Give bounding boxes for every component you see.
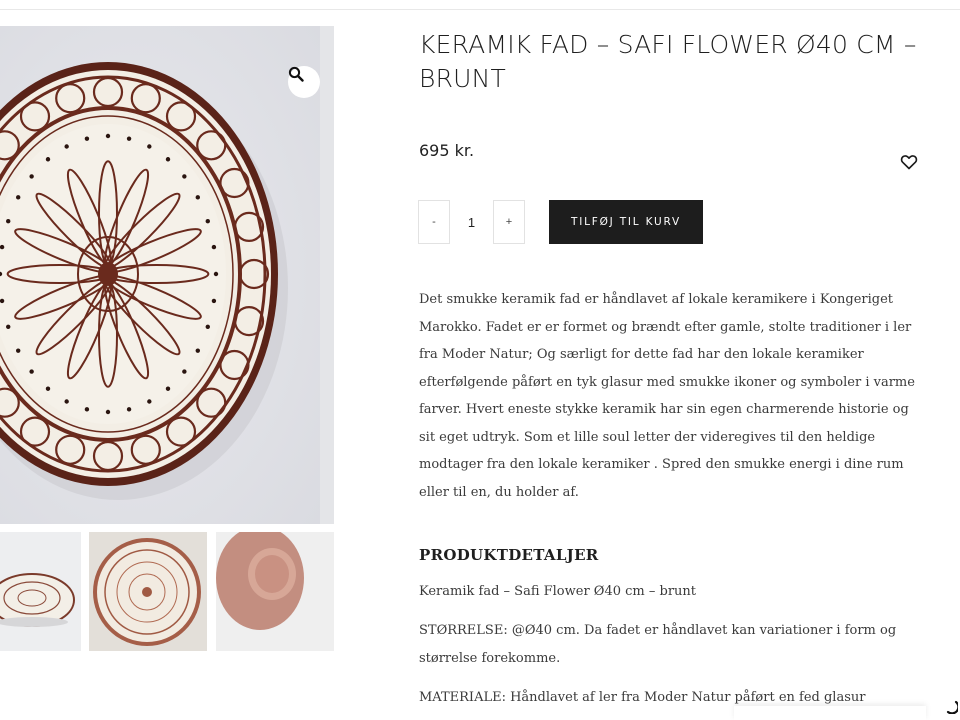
plate-dot bbox=[205, 324, 210, 330]
product-price: 695 kr. bbox=[419, 141, 475, 160]
plate-dot bbox=[182, 174, 187, 179]
heart-icon bbox=[900, 155, 918, 170]
plate-dot bbox=[205, 218, 210, 224]
product-thumbnail-3[interactable] bbox=[216, 532, 334, 651]
plate-dot bbox=[45, 386, 51, 391]
wishlist-button[interactable] bbox=[900, 153, 918, 171]
header-divider bbox=[0, 9, 960, 10]
plate-dot bbox=[182, 369, 187, 374]
plate-dot bbox=[84, 136, 90, 141]
plate-dot bbox=[126, 407, 132, 412]
thumbnail-plate-top bbox=[89, 532, 207, 651]
plate-illustration bbox=[0, 26, 334, 524]
plate-dot bbox=[0, 244, 5, 250]
plate-dot bbox=[213, 271, 219, 277]
plate-dot bbox=[126, 136, 132, 141]
plate-dot bbox=[45, 157, 51, 162]
add-to-cart-button[interactable]: TILFØJ TIL KURV bbox=[549, 200, 703, 244]
plate-dot bbox=[6, 324, 11, 330]
plate-dot bbox=[6, 218, 11, 224]
product-description: Det smukke keramik fad er håndlavet af l… bbox=[419, 292, 915, 500]
product-main-image[interactable] bbox=[0, 26, 334, 524]
plate-dot bbox=[29, 174, 34, 179]
zoom-button[interactable] bbox=[288, 66, 320, 98]
plate-dot bbox=[16, 195, 21, 200]
quantity-decrease-button[interactable]: - bbox=[418, 200, 450, 244]
plate-dot bbox=[195, 195, 200, 200]
product-thumbnail-2[interactable] bbox=[89, 532, 207, 651]
plate-dot bbox=[64, 399, 69, 404]
plate-dot bbox=[211, 244, 217, 250]
product-detail-size: STØRRELSE: @Ø40 cm. Da fadet er håndlave… bbox=[419, 623, 897, 666]
plate-dot bbox=[64, 144, 69, 149]
product-title: KERAMIK FAD – SAFI FLOWER Ø40 CM – BRUNT bbox=[419, 30, 917, 93]
plate-dot bbox=[165, 157, 171, 162]
plate-dot bbox=[105, 409, 111, 415]
plate-dot bbox=[29, 369, 34, 374]
plate-dot bbox=[147, 144, 152, 149]
product-thumbnail-1[interactable] bbox=[0, 532, 81, 651]
floating-widget-bar[interactable] bbox=[734, 706, 926, 720]
thumbnail-plate-side bbox=[0, 532, 81, 651]
product-detail-name: Keramik fad – Safi Flower Ø40 cm – brunt bbox=[419, 584, 697, 599]
product-details-heading: PRODUKTDETALJER bbox=[419, 546, 599, 564]
plate-dot bbox=[105, 133, 111, 139]
loading-spinner-icon bbox=[946, 700, 958, 714]
quantity-increase-button[interactable]: + bbox=[493, 200, 525, 244]
plate-dot bbox=[84, 407, 90, 412]
plate-dot bbox=[211, 298, 217, 304]
thumbnail-plate-back bbox=[216, 532, 334, 651]
quantity-input[interactable] bbox=[450, 200, 493, 244]
magnifier-icon bbox=[288, 66, 304, 82]
plate-dot bbox=[16, 348, 21, 353]
plate-dot bbox=[165, 386, 171, 391]
plate-dot bbox=[147, 399, 152, 404]
plate-dot bbox=[0, 298, 5, 304]
plate-dot bbox=[195, 348, 200, 353]
